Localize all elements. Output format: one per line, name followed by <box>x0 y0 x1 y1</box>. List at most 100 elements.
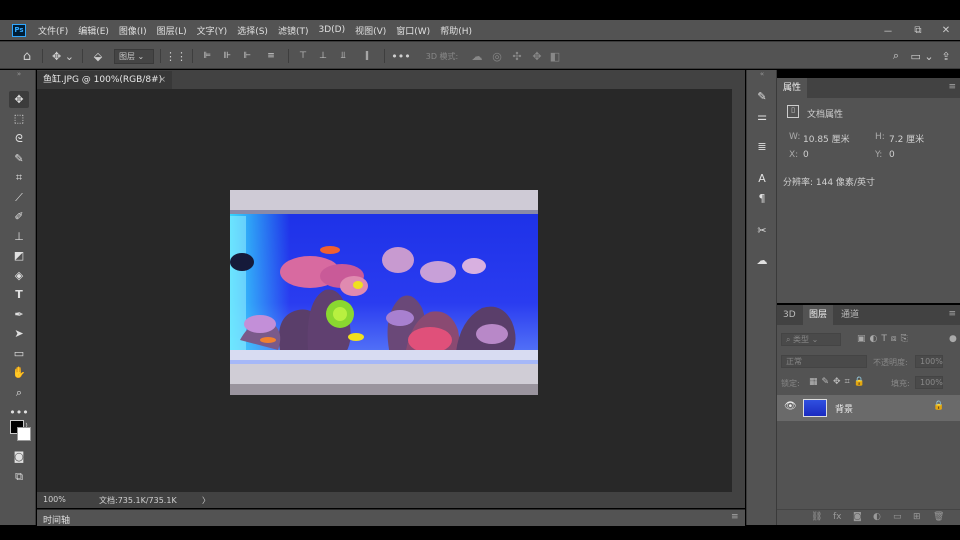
menu-edit[interactable]: 编辑(E) <box>78 24 109 37</box>
3d-pan-icon[interactable]: ✣ <box>510 48 524 64</box>
layer-filter-select[interactable]: ⌕ 类型 ⌄ <box>781 333 841 346</box>
marquee-tool-icon[interactable]: ⬚ <box>9 110 29 127</box>
height-value[interactable]: 7.2 厘米 <box>889 132 924 145</box>
auto-select-icon[interactable]: ⬙ <box>89 48 107 64</box>
menu-layer[interactable]: 图层(L) <box>157 24 187 37</box>
quick-select-tool-icon[interactable]: ✎ <box>9 150 29 167</box>
menu-image[interactable]: 图像(I) <box>119 24 147 37</box>
type-tool-icon[interactable]: T <box>9 286 29 303</box>
path-select-tool-icon[interactable]: ➤ <box>9 325 29 342</box>
tools-options-icon[interactable]: ✂ <box>753 222 771 238</box>
filter-type-icons[interactable]: ▣◐T⧈⎘ <box>857 334 912 344</box>
lasso-tool-icon[interactable]: ᘓ <box>9 130 29 147</box>
vertical-scrollbar[interactable] <box>732 89 745 492</box>
adjustment-layer-icon[interactable]: ◐ <box>873 512 881 522</box>
menu-help[interactable]: 帮助(H) <box>440 24 472 37</box>
quick-mask-icon[interactable]: ◙ <box>9 448 29 465</box>
transform-controls-icon[interactable]: ⋮⋮ <box>165 48 187 64</box>
width-label: W: <box>789 132 801 142</box>
delete-layer-icon[interactable]: 🗑 <box>933 512 944 522</box>
minimize-button[interactable]: － <box>880 20 896 40</box>
y-value[interactable]: 0 <box>889 150 895 160</box>
tab-3d[interactable]: 3D <box>777 305 802 325</box>
3d-scale-icon[interactable]: ◧ <box>548 48 562 64</box>
menu-filter[interactable]: 滤镜(T) <box>278 24 309 37</box>
workspace-icon[interactable]: ▭ ⌄ <box>910 48 934 64</box>
layer-style-icon[interactable]: fx <box>833 512 842 522</box>
3d-orbit-icon[interactable]: ☁ <box>470 48 484 64</box>
libraries-icon[interactable]: ≣ <box>753 138 771 154</box>
crop-tool-icon[interactable]: ⌗ <box>9 169 29 186</box>
layers-menu-icon[interactable]: ≡ <box>948 309 956 319</box>
timeline-menu-icon[interactable]: ≡ <box>731 512 739 522</box>
home-icon[interactable]: ⌂ <box>18 48 36 64</box>
eraser-tool-icon[interactable]: ◩ <box>9 247 29 264</box>
rectangle-tool-icon[interactable]: ▭ <box>9 345 29 362</box>
link-layers-icon[interactable]: ⛓ <box>811 512 822 522</box>
opacity-field[interactable]: 100% <box>915 355 943 368</box>
align-right-icon[interactable]: ⊩ <box>240 48 254 64</box>
brush-tool-icon[interactable]: ✐ <box>9 208 29 225</box>
align-left-icon[interactable]: ⊫ <box>200 48 214 64</box>
adjustments-icon[interactable]: ⚌ <box>753 108 771 124</box>
background-color-swatch[interactable] <box>17 427 31 441</box>
move-tool-icon[interactable]: ✥ <box>9 91 29 108</box>
visibility-eye-icon[interactable]: 👁 <box>784 401 797 412</box>
align-center-icon[interactable]: ⊪ <box>220 48 234 64</box>
menu-window[interactable]: 窗口(W) <box>396 24 430 37</box>
blend-mode-select[interactable]: 正常 <box>781 355 867 368</box>
3d-slide-icon[interactable]: ✥ <box>530 48 544 64</box>
timeline-tab[interactable]: 时间轴 <box>43 513 70 526</box>
status-menu-arrow-icon[interactable]: 〉 <box>202 495 210 506</box>
zoom-tool-icon[interactable]: ⌕ <box>9 384 29 401</box>
stamp-tool-icon[interactable]: ⊥ <box>9 228 29 245</box>
screen-mode-icon[interactable]: ⧉ <box>9 468 29 485</box>
move-tool-preset-icon[interactable]: ✥ ⌄ <box>50 48 76 64</box>
tab-layers[interactable]: 图层 <box>803 305 834 325</box>
menu-3d[interactable]: 3D(D) <box>318 25 345 35</box>
history-brush-icon[interactable]: ✎ <box>753 88 771 104</box>
align-top-icon[interactable]: ⊤ <box>296 48 310 64</box>
more-tools-icon[interactable]: ••• <box>9 404 29 421</box>
add-mask-icon[interactable]: ◙ <box>853 512 862 522</box>
close-tab-icon[interactable]: × <box>158 71 166 89</box>
menu-view[interactable]: 视图(V) <box>355 24 386 37</box>
bucket-tool-icon[interactable]: ◈ <box>9 267 29 284</box>
filter-toggle-icon[interactable]: ● <box>949 334 957 344</box>
new-group-icon[interactable]: ▭ <box>893 512 902 522</box>
more-options-icon[interactable]: ••• <box>391 48 410 64</box>
tab-properties[interactable]: 属性 <box>777 78 808 98</box>
close-window-button[interactable]: ✕ <box>938 20 954 40</box>
restore-button[interactable]: ⧉ <box>910 20 926 40</box>
fill-field[interactable]: 100% <box>915 376 943 389</box>
character-icon[interactable]: A <box>753 170 771 186</box>
pen-tool-icon[interactable]: ✒ <box>9 306 29 323</box>
zoom-level[interactable]: 100% <box>43 495 66 504</box>
eyedropper-tool-icon[interactable]: ⟋ <box>9 189 29 206</box>
layer-row-background[interactable]: 👁 背景 🔒 <box>777 395 960 421</box>
collapse-icon[interactable]: » <box>9 70 29 78</box>
properties-menu-icon[interactable]: ≡ <box>948 82 956 92</box>
x-value[interactable]: 0 <box>803 150 809 160</box>
document-tab[interactable]: 鱼缸.JPG @ 100%(RGB/8#) × <box>37 71 172 89</box>
menu-file[interactable]: 文件(F) <box>38 24 68 37</box>
tab-channels[interactable]: 通道 <box>835 305 865 325</box>
paragraph-icon[interactable]: ¶ <box>753 190 771 206</box>
align-bottom-icon[interactable]: ⫫ <box>336 48 350 64</box>
width-value[interactable]: 10.85 厘米 <box>803 132 850 145</box>
distribute-icon[interactable]: ≡ <box>264 48 278 64</box>
menu-type[interactable]: 文字(Y) <box>197 24 228 37</box>
distribute-vertical-icon[interactable]: ‖ <box>360 48 374 64</box>
lock-options-icons[interactable]: ▦✎✥⌗🔒 <box>809 377 869 387</box>
hand-tool-icon[interactable]: ✋ <box>9 364 29 381</box>
collapse-strip-icon[interactable]: « <box>753 70 771 78</box>
menu-select[interactable]: 选择(S) <box>237 24 268 37</box>
auto-select-target-select[interactable]: 图层 ⌄ <box>114 49 154 64</box>
layer-name[interactable]: 背景 <box>835 402 853 415</box>
3d-roll-icon[interactable]: ◎ <box>490 48 504 64</box>
share-icon[interactable]: ⇪ <box>938 48 954 64</box>
new-layer-icon[interactable]: ⊞ <box>913 512 921 522</box>
creative-cloud-icon[interactable]: ☁ <box>753 252 771 268</box>
search-icon[interactable]: ⌕ <box>888 48 904 64</box>
align-middle-icon[interactable]: ⊥ <box>316 48 330 64</box>
